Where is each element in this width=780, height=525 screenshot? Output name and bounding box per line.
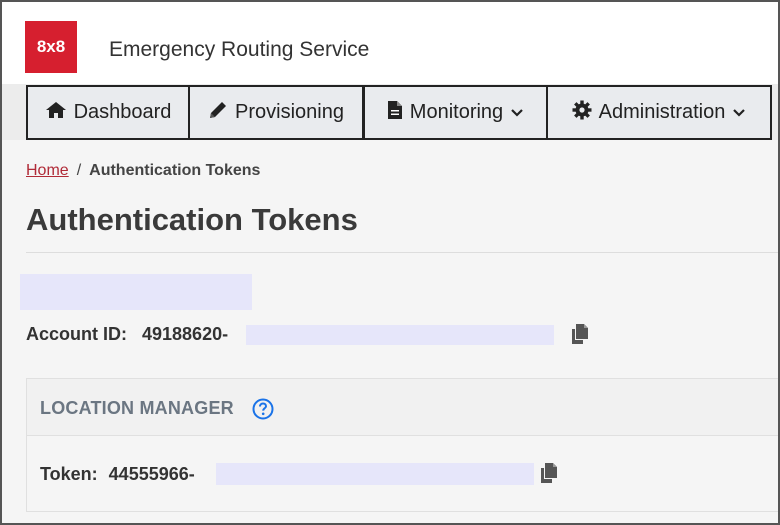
location-manager-title: LOCATION MANAGER (40, 398, 234, 418)
nav-administration[interactable]: Administration (546, 85, 772, 140)
breadcrumb-home-link[interactable]: Home (26, 162, 69, 180)
page-title: Authentication Tokens (26, 202, 358, 237)
copy-account-id-icon[interactable] (570, 323, 590, 350)
account-id-row: Account ID: 49188620- (26, 324, 228, 345)
copy-token-icon[interactable] (539, 462, 559, 489)
account-id-value: 49188620- (142, 324, 229, 344)
chevron-down-icon (510, 101, 524, 124)
gear-icon (572, 100, 592, 126)
token-row: Token: 44555966- (40, 464, 195, 485)
breadcrumb: Home / Authentication Tokens (26, 162, 260, 180)
token-value: 44555966- (108, 464, 195, 484)
location-manager-header: LOCATION MANAGER (27, 379, 778, 436)
nav-dashboard-label: Dashboard (73, 101, 172, 123)
nav-provisioning-label: Provisioning (235, 101, 344, 123)
nav-monitoring-label: Monitoring (409, 101, 504, 123)
title-divider (26, 252, 778, 253)
token-redacted (216, 463, 534, 485)
nav-monitoring[interactable]: Monitoring (363, 85, 548, 140)
main-nav: Dashboard Provisioning Monitoring Admini… (2, 84, 778, 140)
nav-provisioning[interactable]: Provisioning (188, 85, 364, 140)
location-manager-panel: LOCATION MANAGER Token: 44555966- (26, 378, 778, 512)
help-icon[interactable] (252, 398, 274, 425)
account-id-label: Account ID: (26, 324, 127, 344)
redacted-block (20, 274, 252, 310)
pencil-icon (208, 100, 228, 126)
breadcrumb-separator: / (76, 162, 82, 179)
chevron-down-icon (732, 101, 746, 124)
app-window: 8x8 Emergency Routing Service Dashboard … (0, 0, 780, 525)
document-icon (387, 100, 403, 126)
token-label: Token: (40, 464, 98, 484)
home-icon (45, 101, 67, 125)
breadcrumb-current: Authentication Tokens (89, 162, 261, 179)
nav-administration-label: Administration (598, 101, 726, 123)
app-title: Emergency Routing Service (109, 38, 370, 61)
nav-dashboard[interactable]: Dashboard (26, 85, 190, 140)
app-header: 8x8 Emergency Routing Service (2, 2, 778, 84)
brand-logo[interactable]: 8x8 (25, 21, 77, 73)
account-id-redacted (246, 325, 554, 345)
